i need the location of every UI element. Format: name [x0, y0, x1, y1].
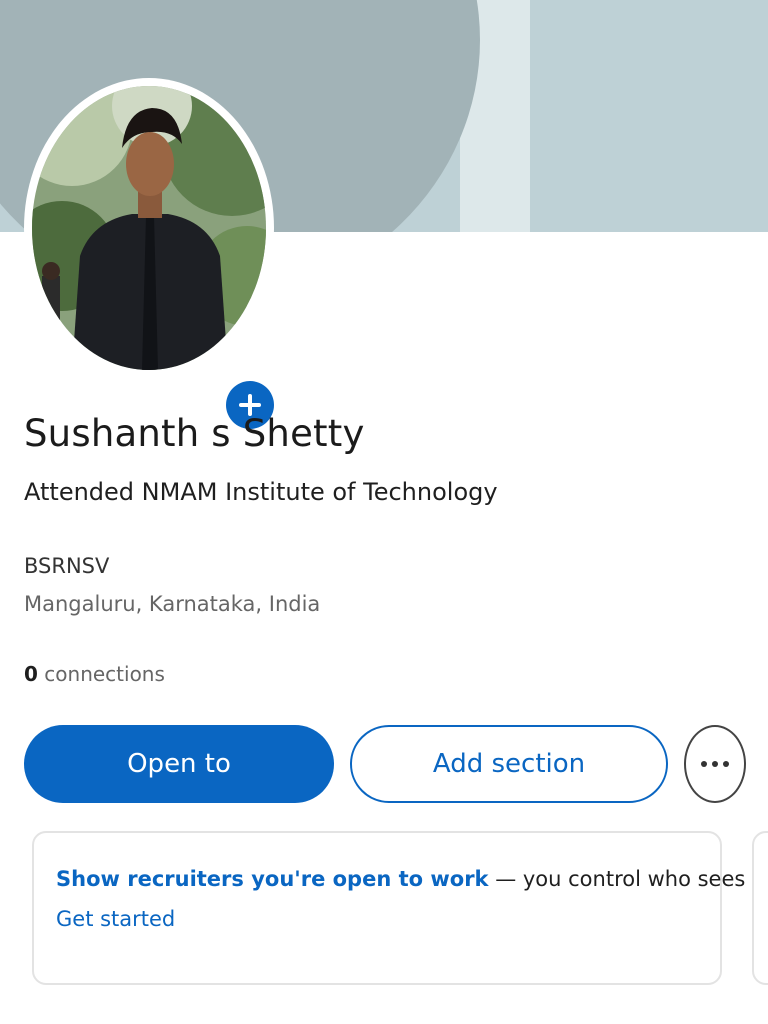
- profile-location: Mangaluru, Karnataka, India: [24, 592, 321, 616]
- get-started-link[interactable]: Get started: [56, 907, 175, 931]
- open-to-work-card: Show recruiters you're open to work — yo…: [32, 831, 768, 985]
- add-section-label: Add section: [432, 749, 586, 779]
- profile-photo: [32, 86, 266, 370]
- ellipsis-dot: [712, 761, 718, 767]
- connections-count: 0: [24, 662, 38, 686]
- open-to-button[interactable]: Open to: [24, 725, 334, 803]
- open-to-work-link[interactable]: Show recruiters you're open to work: [56, 867, 489, 891]
- profile-company: BSRNSV: [24, 554, 110, 578]
- profile-headline: Attended NMAM Institute of Technology: [24, 478, 498, 506]
- ellipsis-icon: [701, 761, 729, 767]
- open-to-work-message: Show recruiters you're open to work — yo…: [56, 867, 768, 891]
- connections-label: connections: [44, 662, 165, 686]
- profile-avatar[interactable]: [24, 78, 279, 434]
- ellipsis-dot: [701, 761, 707, 767]
- next-card-peek[interactable]: [752, 831, 768, 985]
- connections-link[interactable]: 0 connections: [24, 662, 165, 686]
- ellipsis-dot: [723, 761, 729, 767]
- more-actions-button[interactable]: [684, 725, 746, 803]
- profile-photo-image: [32, 86, 266, 370]
- profile-name: Sushanth s Shetty: [24, 412, 365, 455]
- open-to-label: Open to: [127, 749, 231, 779]
- add-section-button[interactable]: Add section: [350, 725, 668, 803]
- open-to-work-description: — you control who sees this.: [488, 867, 768, 891]
